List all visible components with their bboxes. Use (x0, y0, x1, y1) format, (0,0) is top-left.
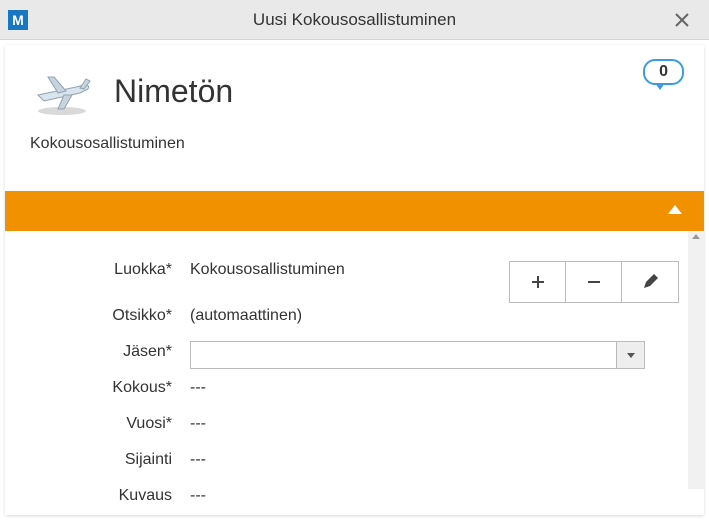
form-row-otsikko: Otsikko* (automaattinen) (30, 305, 679, 333)
remove-button[interactable] (566, 262, 622, 302)
jasen-combo (190, 341, 645, 369)
plus-icon (531, 275, 545, 289)
pencil-icon (642, 274, 658, 290)
minus-icon (587, 275, 601, 289)
add-button[interactable] (510, 262, 566, 302)
value-vuosi: --- (190, 413, 679, 433)
jasen-dropdown-button[interactable] (616, 342, 644, 368)
value-kuvaus: --- (190, 485, 679, 505)
form-row-kuvaus: Kuvaus --- (30, 485, 679, 513)
comment-count-button[interactable]: 0 (643, 59, 684, 85)
value-kokous: --- (190, 377, 679, 397)
form-row-sijainti: Sijainti --- (30, 449, 679, 477)
value-otsikko: (automaattinen) (190, 305, 679, 325)
form-row-luokka: Luokka* Kokousosallistuminen (30, 259, 679, 303)
label-jasen: Jäsen* (30, 341, 190, 361)
form-row-vuosi: Vuosi* --- (30, 413, 679, 441)
close-button[interactable] (667, 0, 697, 40)
window-title: Uusi Kokousosallistuminen (0, 10, 709, 30)
class-action-buttons (509, 261, 679, 303)
comment-count: 0 (659, 63, 668, 80)
edit-button[interactable] (622, 262, 678, 302)
page-title: Nimetön (114, 73, 233, 110)
label-luokka: Luokka* (30, 259, 190, 279)
app-icon: M (8, 10, 28, 30)
dialog-card: 0 Nimetön Kokousosallistuminen (5, 45, 704, 515)
chevron-up-icon (668, 205, 682, 214)
chevron-down-icon (627, 353, 635, 358)
airplane-icon (30, 65, 94, 117)
section-toggle[interactable] (5, 191, 704, 231)
jasen-input[interactable] (191, 342, 616, 368)
label-vuosi: Vuosi* (30, 413, 190, 433)
page-subtitle: Kokousosallistuminen (30, 135, 679, 153)
titlebar: M Uusi Kokousosallistuminen (0, 0, 709, 40)
header-zone: 0 Nimetön Kokousosallistuminen (5, 45, 704, 163)
value-luokka: Kokousosallistuminen (190, 261, 460, 279)
label-kuvaus: Kuvaus (30, 485, 190, 505)
form-row-kokous: Kokous* --- (30, 377, 679, 405)
value-sijainti: --- (190, 449, 679, 469)
form: Luokka* Kokousosallistuminen (5, 231, 704, 531)
scroll-up-icon (688, 231, 704, 241)
close-icon (675, 13, 689, 27)
label-otsikko: Otsikko* (30, 305, 190, 325)
label-sijainti: Sijainti (30, 449, 190, 469)
scrollbar[interactable] (688, 231, 704, 489)
label-kokous: Kokous* (30, 377, 190, 397)
form-row-jasen: Jäsen* (30, 341, 679, 369)
